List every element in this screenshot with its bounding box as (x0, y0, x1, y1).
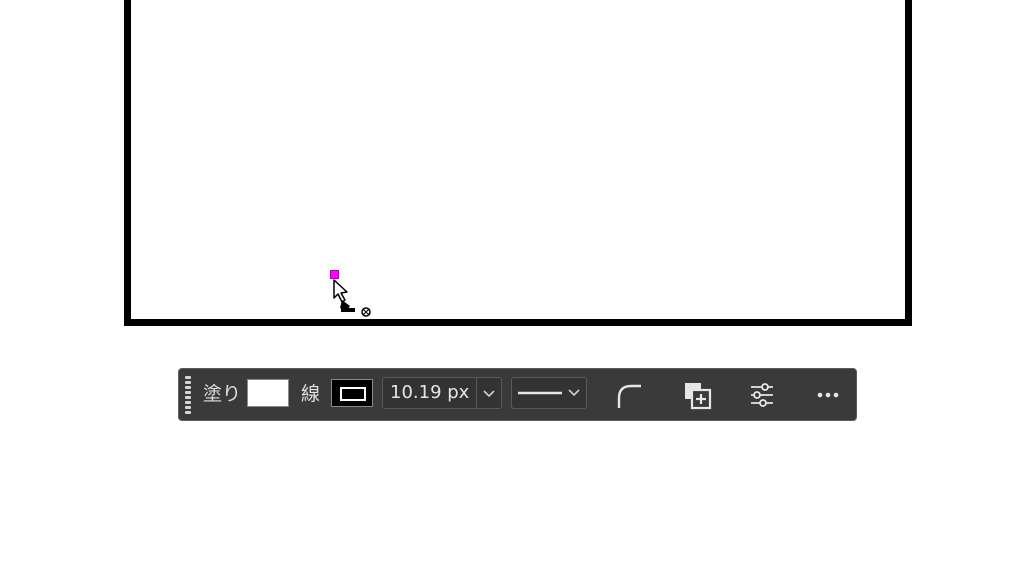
stroke-width-value[interactable]: 10.19 px (390, 382, 469, 404)
corner-radius-icon[interactable] (613, 378, 647, 412)
stroke-color-swatch[interactable] (331, 379, 373, 407)
stroke-width-input[interactable]: 10.19 px (382, 377, 502, 409)
rectangle-shape[interactable] (124, 0, 912, 326)
chevron-down-icon (568, 389, 580, 397)
sliders-icon[interactable] (745, 378, 779, 412)
drag-handle-icon[interactable] (185, 376, 191, 414)
chevron-down-icon[interactable] (476, 378, 501, 408)
stroke-label: 線 (301, 383, 321, 405)
contextual-task-bar: 塗り 線 10.19 px (178, 368, 857, 421)
fill-label: 塗り (203, 383, 242, 405)
more-icon[interactable] (811, 378, 845, 412)
fill-color-swatch[interactable] (247, 379, 289, 407)
pen-tool-cursor-icon (330, 276, 376, 320)
path-combine-icon[interactable] (680, 378, 714, 412)
stroke-style-dropdown[interactable] (511, 377, 587, 409)
